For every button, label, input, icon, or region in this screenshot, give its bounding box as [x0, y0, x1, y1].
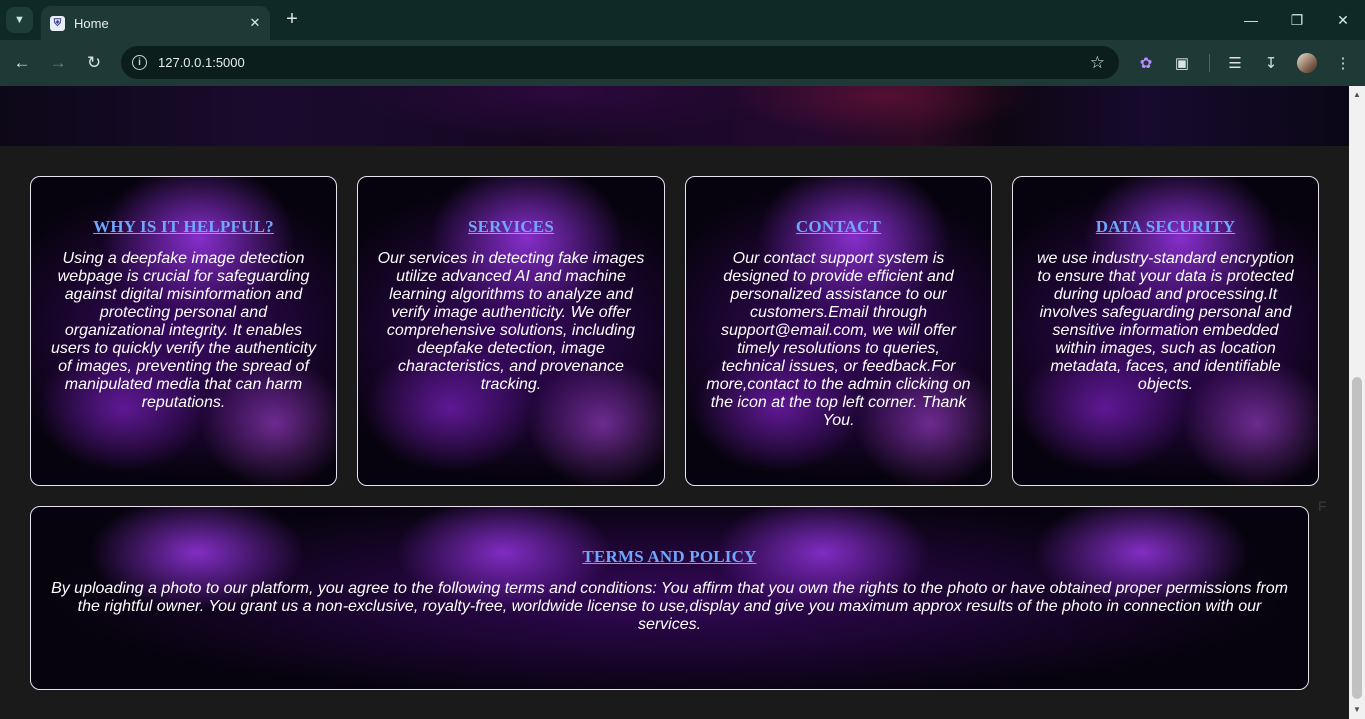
scrollbar-thumb[interactable] [1352, 377, 1362, 699]
card-heading-link[interactable]: SERVICES [358, 217, 664, 237]
back-button[interactable]: ← [10, 51, 34, 75]
card-heading-link[interactable]: DATA SECURITY [1013, 217, 1318, 237]
new-tab-button[interactable]: + [281, 9, 303, 31]
browser-toolbar: ← → ↻ i 127.0.0.1:5000 ☆ ✿ ▣ ☰ ↧ ⋮ [0, 40, 1365, 86]
shield-icon: ⛨ [50, 15, 65, 31]
browser-tab-bar: ▼ ⛨ Home ✕ + — ❐ ✕ [0, 0, 1365, 40]
card-heading-link[interactable]: CONTACT [686, 217, 991, 237]
minimize-icon: — [1244, 12, 1258, 28]
download-icon[interactable]: ↧ [1260, 52, 1282, 74]
hero-banner [0, 86, 1349, 146]
kebab-menu-icon[interactable]: ⋮ [1332, 52, 1354, 74]
info-icon[interactable]: i [132, 55, 147, 70]
reload-button[interactable]: ↻ [82, 51, 106, 75]
forward-button[interactable]: → [46, 51, 70, 75]
page-viewport: WHY IS IT HELPFUL? Using a deepfake imag… [0, 86, 1349, 719]
restore-icon: ❐ [1290, 11, 1304, 28]
terms-heading-link[interactable]: TERMS AND POLICY [31, 547, 1308, 567]
card-text: Using a deepfake image detection webpage… [50, 250, 316, 411]
toolbar-divider [1209, 54, 1210, 72]
brain-icon[interactable]: ✿ [1135, 52, 1157, 74]
card-heading-link[interactable]: WHY IS IT HELPFUL? [31, 217, 336, 237]
terms-text: By uploading a photo to our platform, yo… [51, 580, 1288, 633]
reload-icon: ↻ [86, 53, 102, 72]
url-text[interactable]: 127.0.0.1:5000 [158, 55, 1090, 70]
tab-home[interactable]: ⛨ Home ✕ [41, 6, 270, 40]
restore-button[interactable]: ❐ [1285, 8, 1309, 32]
close-icon: ✕ [1337, 11, 1349, 28]
star-icon[interactable]: ☆ [1090, 53, 1105, 73]
scroll-up-arrow-icon[interactable]: ▲ [1349, 88, 1365, 102]
info-card-data-security: DATA SECURITY we use industry-standard e… [1012, 176, 1319, 486]
arrow-right-icon: → [49, 53, 67, 72]
close-icon[interactable]: ✕ [245, 13, 265, 33]
card-text: Our contact support system is designed t… [706, 250, 971, 429]
arrow-left-icon: ← [13, 53, 31, 72]
plus-icon: + [286, 8, 298, 30]
minimize-button[interactable]: — [1239, 8, 1263, 32]
info-card-contact: CONTACT Our contact support system is de… [685, 176, 992, 486]
media-control-icon[interactable]: ☰ [1224, 52, 1246, 74]
tab-search-button[interactable]: ▼ [6, 7, 33, 33]
chevron-down-icon: ▼ [14, 14, 25, 26]
close-window-button[interactable]: ✕ [1331, 8, 1355, 32]
address-bar[interactable]: i 127.0.0.1:5000 ☆ [121, 46, 1119, 79]
info-card-services: SERVICES Our services in detecting fake … [357, 176, 665, 486]
page-scrollbar[interactable]: ▲ ▼ [1349, 86, 1365, 719]
puzzle-icon[interactable]: ▣ [1171, 52, 1193, 74]
terms-card: TERMS AND POLICY By uploading a photo to… [30, 506, 1309, 690]
scroll-down-arrow-icon[interactable]: ▼ [1349, 703, 1365, 717]
card-text: Our services in detecting fake images ut… [377, 250, 645, 393]
avatar[interactable] [1297, 53, 1317, 73]
info-card-helpful: WHY IS IT HELPFUL? Using a deepfake imag… [30, 176, 337, 486]
stray-text: F [1318, 498, 1327, 514]
card-text: we use industry-standard encryption to e… [1036, 250, 1295, 393]
tab-title: Home [74, 15, 109, 31]
